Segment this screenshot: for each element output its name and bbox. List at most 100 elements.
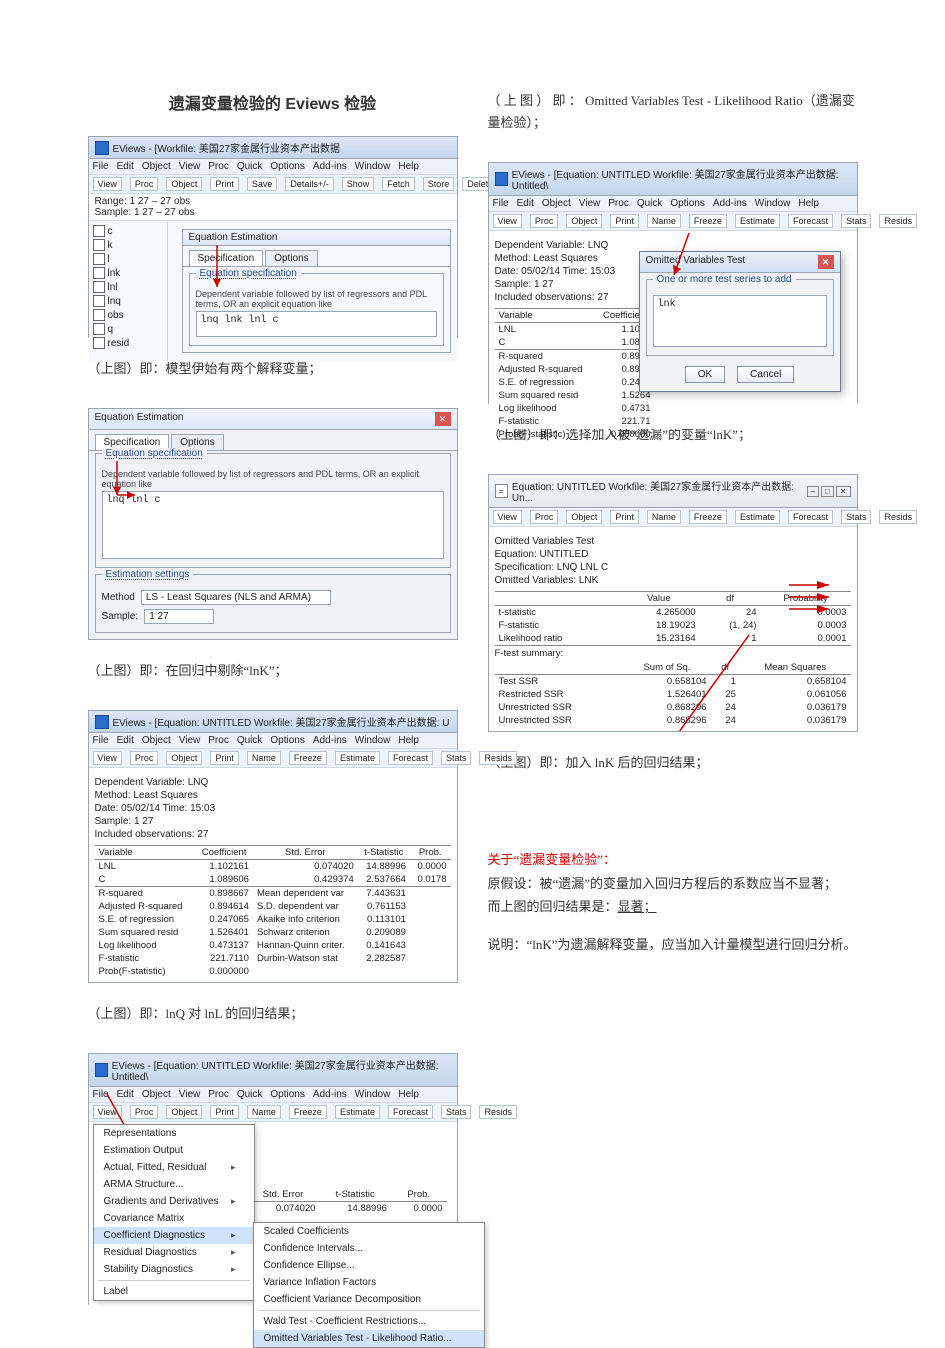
menu-item[interactable]: Proc (208, 1089, 229, 1100)
submenu-item[interactable]: Variance Inflation Factors (254, 1274, 484, 1291)
menu-item[interactable]: Proc (608, 198, 629, 209)
menu-item[interactable]: Coefficient Diagnostics▸ (94, 1227, 254, 1244)
toolbar-button[interactable]: Resids (479, 1105, 517, 1119)
method-select[interactable]: LS - Least Squares (NLS and ARMA) (141, 590, 331, 605)
toolbar-button[interactable]: Object (566, 214, 602, 228)
menu-item[interactable]: View (179, 161, 201, 172)
menu-item[interactable]: Window (355, 161, 391, 172)
menu-item[interactable]: Add-ins (713, 198, 747, 209)
series-input[interactable]: lnk (653, 295, 827, 347)
toolbar-button[interactable]: Fetch (382, 177, 415, 191)
toolbar-button[interactable]: View (493, 510, 522, 524)
submenu-item[interactable]: Confidence Ellipse... (254, 1257, 484, 1274)
menu-item[interactable]: Help (398, 735, 419, 746)
workfile-var[interactable]: c (93, 225, 163, 237)
toolbar-button[interactable]: Name (647, 510, 681, 524)
menu-item[interactable]: Label (94, 1283, 254, 1300)
toolbar-button[interactable]: Name (247, 751, 281, 765)
menu-item[interactable]: Add-ins (313, 735, 347, 746)
toolbar-button[interactable]: Proc (130, 1105, 159, 1119)
menu-item[interactable]: Edit (117, 1089, 134, 1100)
toolbar-button[interactable]: Show (342, 177, 375, 191)
maximize-icon[interactable]: □ (821, 486, 834, 497)
toolbar-button[interactable]: Object (166, 751, 202, 765)
menu-item[interactable]: Help (798, 198, 819, 209)
menu-item[interactable]: Object (142, 1089, 171, 1100)
workfile-var[interactable]: q (93, 323, 163, 335)
submenu-item[interactable]: Scaled Coefficients (254, 1223, 484, 1240)
close-icon[interactable]: ✕ (818, 255, 834, 269)
menu-item[interactable]: Help (398, 161, 419, 172)
close-icon[interactable]: ✕ (435, 412, 451, 426)
menu-item[interactable]: File (93, 1089, 109, 1100)
toolbar-button[interactable]: View (93, 751, 122, 765)
toolbar-button[interactable]: Print (210, 177, 239, 191)
toolbar-button[interactable]: Print (610, 510, 639, 524)
menu-item[interactable]: View (579, 198, 601, 209)
menu-item[interactable]: Estimation Output (94, 1142, 254, 1159)
toolbar-button[interactable]: Estimate (335, 751, 380, 765)
menu-item[interactable]: Residual Diagnostics▸ (94, 1244, 254, 1261)
workfile-var[interactable]: lnq (93, 295, 163, 307)
menu-item[interactable]: Quick (637, 198, 663, 209)
tab-specification[interactable]: Specification (189, 250, 264, 266)
toolbar-button[interactable]: Name (247, 1105, 281, 1119)
toolbar-button[interactable]: Save (247, 177, 278, 191)
menu-item[interactable]: Stability Diagnostics▸ (94, 1261, 254, 1278)
workfile-var[interactable]: obs (93, 309, 163, 321)
toolbar-button[interactable]: View (493, 214, 522, 228)
menu-item[interactable]: Options (270, 1089, 304, 1100)
view-menu-dropdown[interactable]: RepresentationsEstimation OutputActual, … (93, 1124, 255, 1301)
menu-item[interactable]: Window (355, 1089, 391, 1100)
toolbar-button[interactable]: Freeze (289, 751, 327, 765)
toolbar-button[interactable]: Resids (479, 751, 517, 765)
toolbar-button[interactable]: Proc (130, 751, 159, 765)
menu-item[interactable]: Covariance Matrix (94, 1210, 254, 1227)
toolbar-button[interactable]: Proc (530, 510, 559, 524)
toolbar-button[interactable]: Stats (441, 751, 472, 765)
menu-item[interactable]: Edit (517, 198, 534, 209)
toolbar-button[interactable]: Forecast (388, 751, 433, 765)
menu-item[interactable]: Edit (117, 161, 134, 172)
menu-item[interactable]: Options (270, 735, 304, 746)
menu-item[interactable]: Window (755, 198, 791, 209)
workfile-var[interactable]: resid (93, 337, 163, 349)
toolbar-button[interactable]: View (93, 1105, 122, 1119)
toolbar-button[interactable]: Resids (879, 510, 917, 524)
workfile-var[interactable]: lnl (93, 281, 163, 293)
menu-item[interactable]: Add-ins (313, 161, 347, 172)
equation-input[interactable]: lnq lnk lnl c (196, 311, 437, 337)
menu-item[interactable]: Object (142, 161, 171, 172)
menu-item[interactable]: Actual, Fitted, Residual▸ (94, 1159, 254, 1176)
toolbar-button[interactable]: Store (423, 177, 455, 191)
toolbar-button[interactable]: Proc (530, 214, 559, 228)
toolbar-button[interactable]: Name (647, 214, 681, 228)
menu-item[interactable]: Options (270, 161, 304, 172)
submenu-item[interactable]: Omitted Variables Test - Likelihood Rati… (254, 1330, 484, 1347)
menu-item[interactable]: File (93, 735, 109, 746)
toolbar-button[interactable]: View (93, 177, 122, 191)
toolbar-button[interactable]: Estimate (335, 1105, 380, 1119)
workfile-var[interactable]: k (93, 239, 163, 251)
toolbar-button[interactable]: Object (166, 177, 202, 191)
toolbar-button[interactable]: Freeze (689, 510, 727, 524)
menu-item[interactable]: Gradients and Derivatives▸ (94, 1193, 254, 1210)
toolbar-button[interactable]: Object (566, 510, 602, 524)
workfile-var[interactable]: lnk (93, 267, 163, 279)
toolbar-button[interactable]: Print (610, 214, 639, 228)
toolbar-button[interactable]: Freeze (689, 214, 727, 228)
menu-item[interactable]: Quick (237, 161, 263, 172)
toolbar-button[interactable]: Resids (879, 214, 917, 228)
menu-item[interactable]: Quick (237, 1089, 263, 1100)
submenu-item[interactable]: Coefficient Variance Decomposition (254, 1291, 484, 1308)
toolbar-button[interactable]: Stats (441, 1105, 472, 1119)
menu-item[interactable]: Proc (208, 735, 229, 746)
toolbar-button[interactable]: Print (210, 751, 239, 765)
menu-item[interactable]: View (179, 1089, 201, 1100)
menu-item[interactable]: Help (398, 1089, 419, 1100)
coef-diagnostics-submenu[interactable]: Scaled CoefficientsConfidence Intervals.… (253, 1222, 485, 1348)
toolbar-button[interactable]: Details+/- (285, 177, 333, 191)
menu-item[interactable]: Window (355, 735, 391, 746)
menu-item[interactable]: View (179, 735, 201, 746)
toolbar-button[interactable]: Object (166, 1105, 202, 1119)
